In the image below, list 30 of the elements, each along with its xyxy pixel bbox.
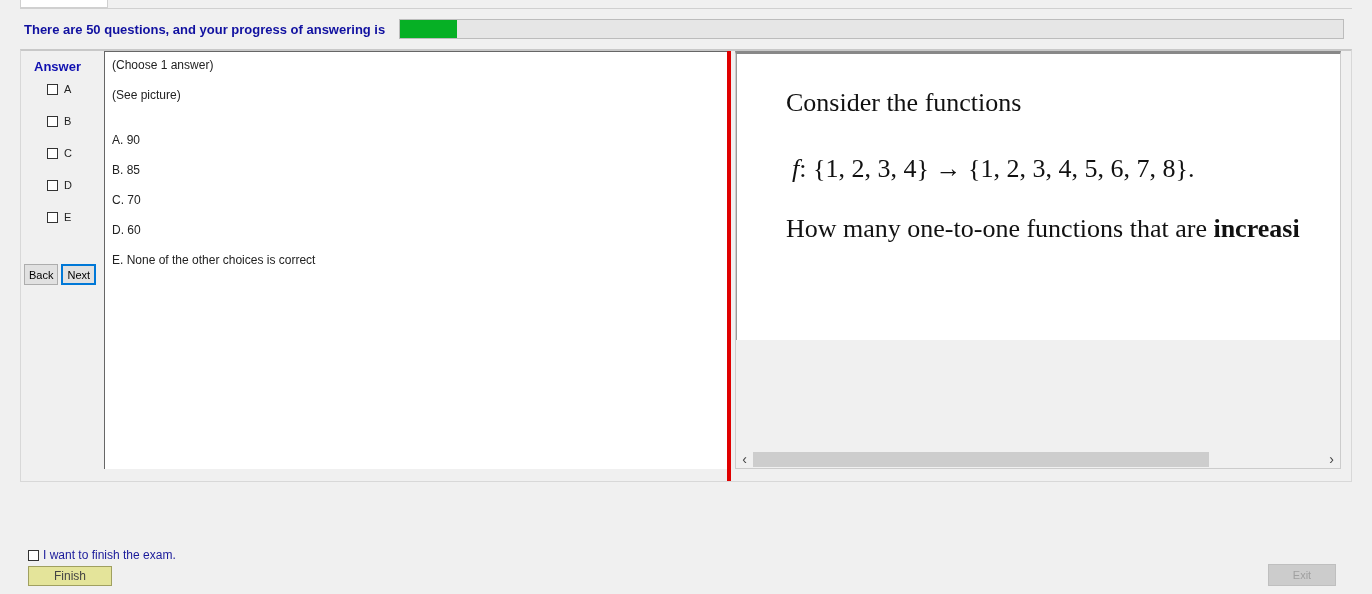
checkbox[interactable] [47, 148, 58, 159]
choice-text: A. 90 [112, 133, 141, 149]
scrollbar-thumb[interactable] [753, 452, 1209, 467]
choice-text: B. 85 [112, 163, 141, 179]
checkbox[interactable] [47, 212, 58, 223]
checkbox[interactable] [28, 549, 39, 561]
image-text: Consider the functions [786, 88, 1022, 118]
finish-button[interactable]: Finish [28, 566, 112, 586]
choice-text: C. 70 [112, 193, 141, 209]
answer-heading: Answer [34, 59, 81, 74]
checkbox[interactable] [47, 116, 58, 127]
scroll-right-button[interactable]: › [1323, 451, 1340, 468]
choice-text: E. None of the other choices is correct [112, 253, 316, 269]
option-label: A [64, 84, 72, 95]
progress-text: There are 50 questions, and your progress of answering is [24, 21, 386, 37]
option-label: E [64, 212, 72, 223]
image-text: How many one-to-one functions that are increasi [786, 214, 1300, 244]
back-button[interactable]: Back [24, 264, 59, 285]
next-button[interactable]: Next [61, 264, 97, 285]
option-label: B [64, 116, 72, 127]
choice-text: D. 60 [112, 223, 141, 239]
question-text: (See picture) [112, 88, 181, 104]
scroll-left-button[interactable]: ‹ [736, 451, 753, 468]
option-label: C [64, 148, 72, 159]
checkbox[interactable] [47, 84, 58, 95]
question-text: (Choose 1 answer) [112, 58, 214, 74]
option-label: D [64, 180, 72, 191]
image-text: f: {1, 2, 3, 4} → {1, 2, 3, 4, 5, 6, 7, 8}. [792, 154, 1195, 184]
finish-label: I want to finish the exam. [43, 548, 176, 562]
checkbox[interactable] [47, 180, 58, 191]
